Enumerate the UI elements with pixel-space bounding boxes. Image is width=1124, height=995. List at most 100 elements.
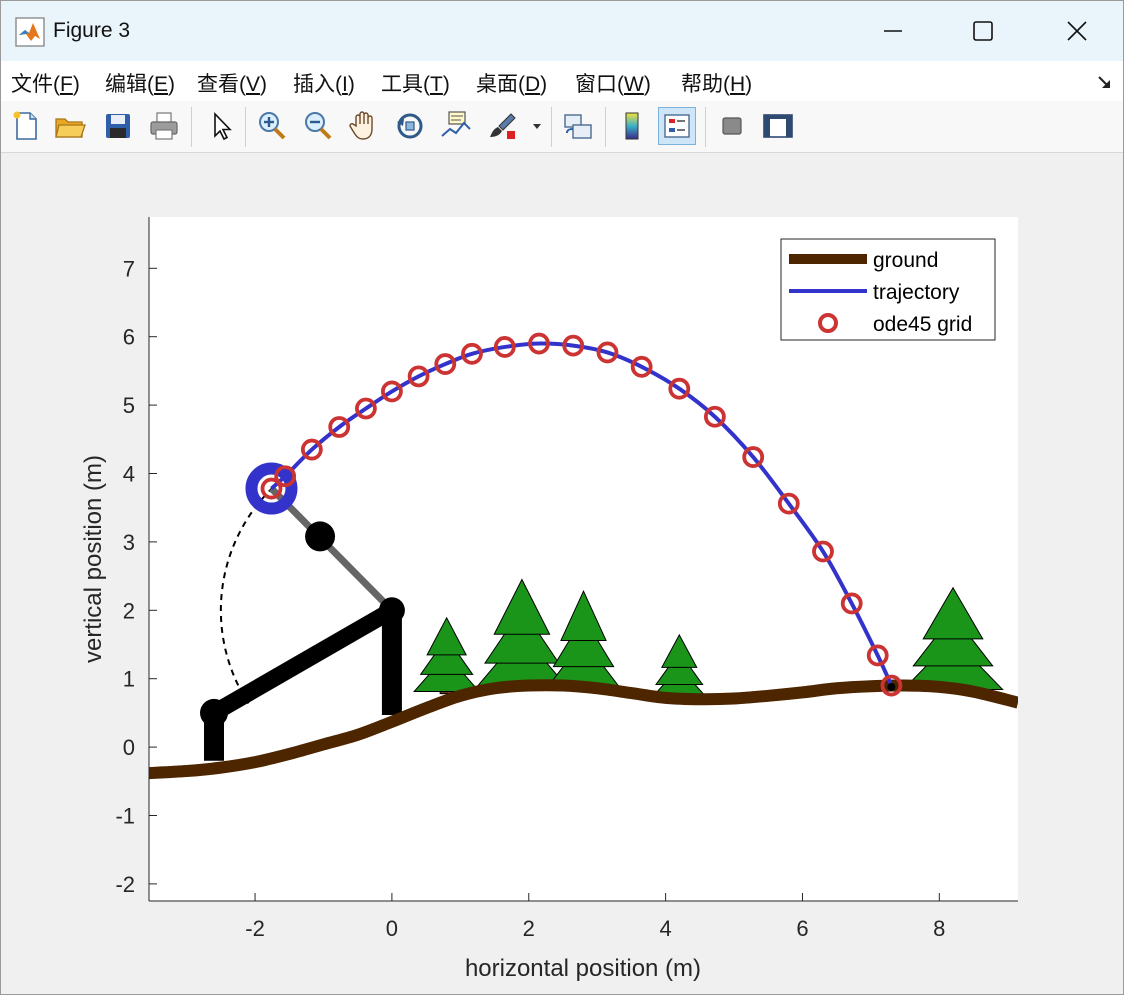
select-pointer-icon	[214, 112, 232, 141]
y-tick-label: -2	[115, 872, 135, 897]
x-tick-label: 8	[933, 916, 945, 941]
matlab-logo-icon	[15, 17, 45, 47]
show-plot-tools-button[interactable]	[759, 107, 797, 145]
print-button[interactable]	[145, 107, 183, 145]
y-tick-label: 2	[123, 598, 135, 623]
menu-label-suffix: )	[745, 73, 753, 96]
y-tick-label: -1	[115, 804, 135, 829]
new-figure-icon	[13, 111, 37, 140]
counterweight	[305, 521, 336, 552]
hide-plot-tools-icon	[722, 117, 742, 135]
y-tick-label: 4	[123, 462, 135, 487]
impact-point	[887, 682, 896, 691]
y-axis-label: vertical position (m)	[80, 455, 107, 663]
toolbar-separator	[551, 107, 552, 147]
menu-view[interactable]: 查看(V)	[197, 68, 267, 98]
brush-dropdown-icon	[533, 124, 541, 129]
menu-label: 帮助(	[681, 73, 730, 96]
menu-label-suffix: )	[260, 73, 268, 96]
menu-mnemonic: W	[624, 73, 644, 96]
zoom-in-button[interactable]	[253, 107, 291, 145]
print-icon	[150, 112, 178, 140]
hide-plot-tools-button[interactable]	[713, 107, 751, 145]
figure-window: Figure 3 文件(F) 编辑(E) 查看(V) 插入(I) 工具(T) 桌…	[0, 0, 1124, 995]
menu-bar: 文件(F) 编辑(E) 查看(V) 插入(I) 工具(T) 桌面(D) 窗口(W…	[1, 61, 1123, 101]
menu-mnemonic: D	[525, 73, 541, 96]
plot-svg: horizontal position (m) vertical positio…	[80, 217, 1018, 982]
toolbar-separator	[705, 107, 706, 147]
data-cursor-button[interactable]	[437, 107, 475, 145]
legend-label-ode45: ode45 grid	[873, 313, 972, 336]
menu-label-suffix: )	[72, 73, 80, 96]
menu-mnemonic: T	[430, 73, 443, 96]
figure-canvas: horizontal position (m) vertical positio…	[1, 154, 1123, 994]
menu-window[interactable]: 窗口(W)	[575, 68, 651, 98]
x-tick-label: 0	[386, 916, 398, 941]
pivot-joint	[378, 597, 405, 624]
menu-edit[interactable]: 编辑(E)	[105, 68, 175, 98]
save-icon	[106, 114, 130, 138]
menu-help[interactable]: 帮助(H)	[681, 68, 752, 98]
y-tick-label: 1	[123, 667, 135, 692]
window-title: Figure 3	[53, 19, 131, 42]
toolbar-separator	[605, 107, 606, 147]
x-tick-label: -2	[245, 916, 265, 941]
menu-insert[interactable]: 插入(I)	[293, 68, 355, 98]
y-tick-label: 7	[123, 256, 135, 281]
menu-label-suffix: )	[540, 73, 548, 96]
link-plot-button[interactable]	[559, 107, 597, 145]
dock-arrow-icon[interactable]	[1097, 74, 1113, 90]
minimize-button[interactable]	[847, 1, 939, 61]
toolbar-separator	[245, 107, 246, 147]
rear-joint	[200, 698, 229, 727]
show-plot-tools-icon	[763, 114, 793, 138]
zoom-out-button[interactable]	[299, 107, 337, 145]
menu-label-suffix: )	[347, 73, 355, 96]
legend-label-trajectory: trajectory	[873, 281, 960, 304]
pan-button[interactable]	[345, 107, 383, 145]
menu-label-suffix: )	[168, 73, 176, 96]
save-button[interactable]	[99, 107, 137, 145]
menu-label: 工具(	[381, 73, 430, 96]
legend[interactable]: ground trajectory ode45 grid	[780, 238, 996, 341]
menu-label: 编辑(	[105, 73, 154, 96]
x-tick-label: 2	[523, 916, 535, 941]
data-cursor-icon	[441, 111, 471, 137]
legend-icon	[664, 114, 690, 138]
y-tick-label: 5	[123, 393, 135, 418]
rotate-3d-button[interactable]	[391, 107, 429, 145]
close-button[interactable]	[1031, 1, 1123, 61]
menu-label-suffix: )	[442, 73, 450, 96]
menu-label-suffix: )	[643, 73, 651, 96]
select-pointer-button[interactable]	[201, 107, 239, 145]
brush-icon	[490, 113, 516, 139]
y-tick-label: 0	[123, 735, 135, 760]
open-file-button[interactable]	[51, 107, 89, 145]
menu-label: 插入(	[293, 73, 342, 96]
menu-mnemonic: F	[60, 73, 73, 96]
legend-label-ground: ground	[873, 249, 938, 272]
colorbar-button[interactable]	[613, 107, 651, 145]
zoom-out-icon	[305, 112, 332, 140]
minimize-icon	[884, 30, 902, 32]
maximize-button[interactable]	[937, 1, 1029, 61]
zoom-in-icon	[259, 112, 286, 140]
link-plot-icon	[564, 114, 592, 139]
menu-desktop[interactable]: 桌面(D)	[476, 68, 547, 98]
y-tick-label: 3	[123, 530, 135, 555]
new-figure-button[interactable]	[7, 107, 45, 145]
menu-label: 文件(	[11, 73, 60, 96]
toolbar-separator	[191, 107, 192, 147]
menu-label: 查看(	[197, 73, 246, 96]
menu-file[interactable]: 文件(F)	[11, 68, 80, 98]
y-tick-label: 6	[123, 325, 135, 350]
brush-button[interactable]	[483, 107, 521, 145]
colorbar-icon	[625, 112, 639, 140]
title-bar: Figure 3	[1, 1, 1123, 61]
open-file-icon	[55, 118, 86, 138]
x-tick-label: 4	[659, 916, 671, 941]
rotate-3d-icon	[397, 113, 423, 139]
brush-dropdown-button[interactable]	[527, 107, 547, 145]
legend-button[interactable]	[658, 107, 696, 145]
menu-tools[interactable]: 工具(T)	[381, 68, 450, 98]
